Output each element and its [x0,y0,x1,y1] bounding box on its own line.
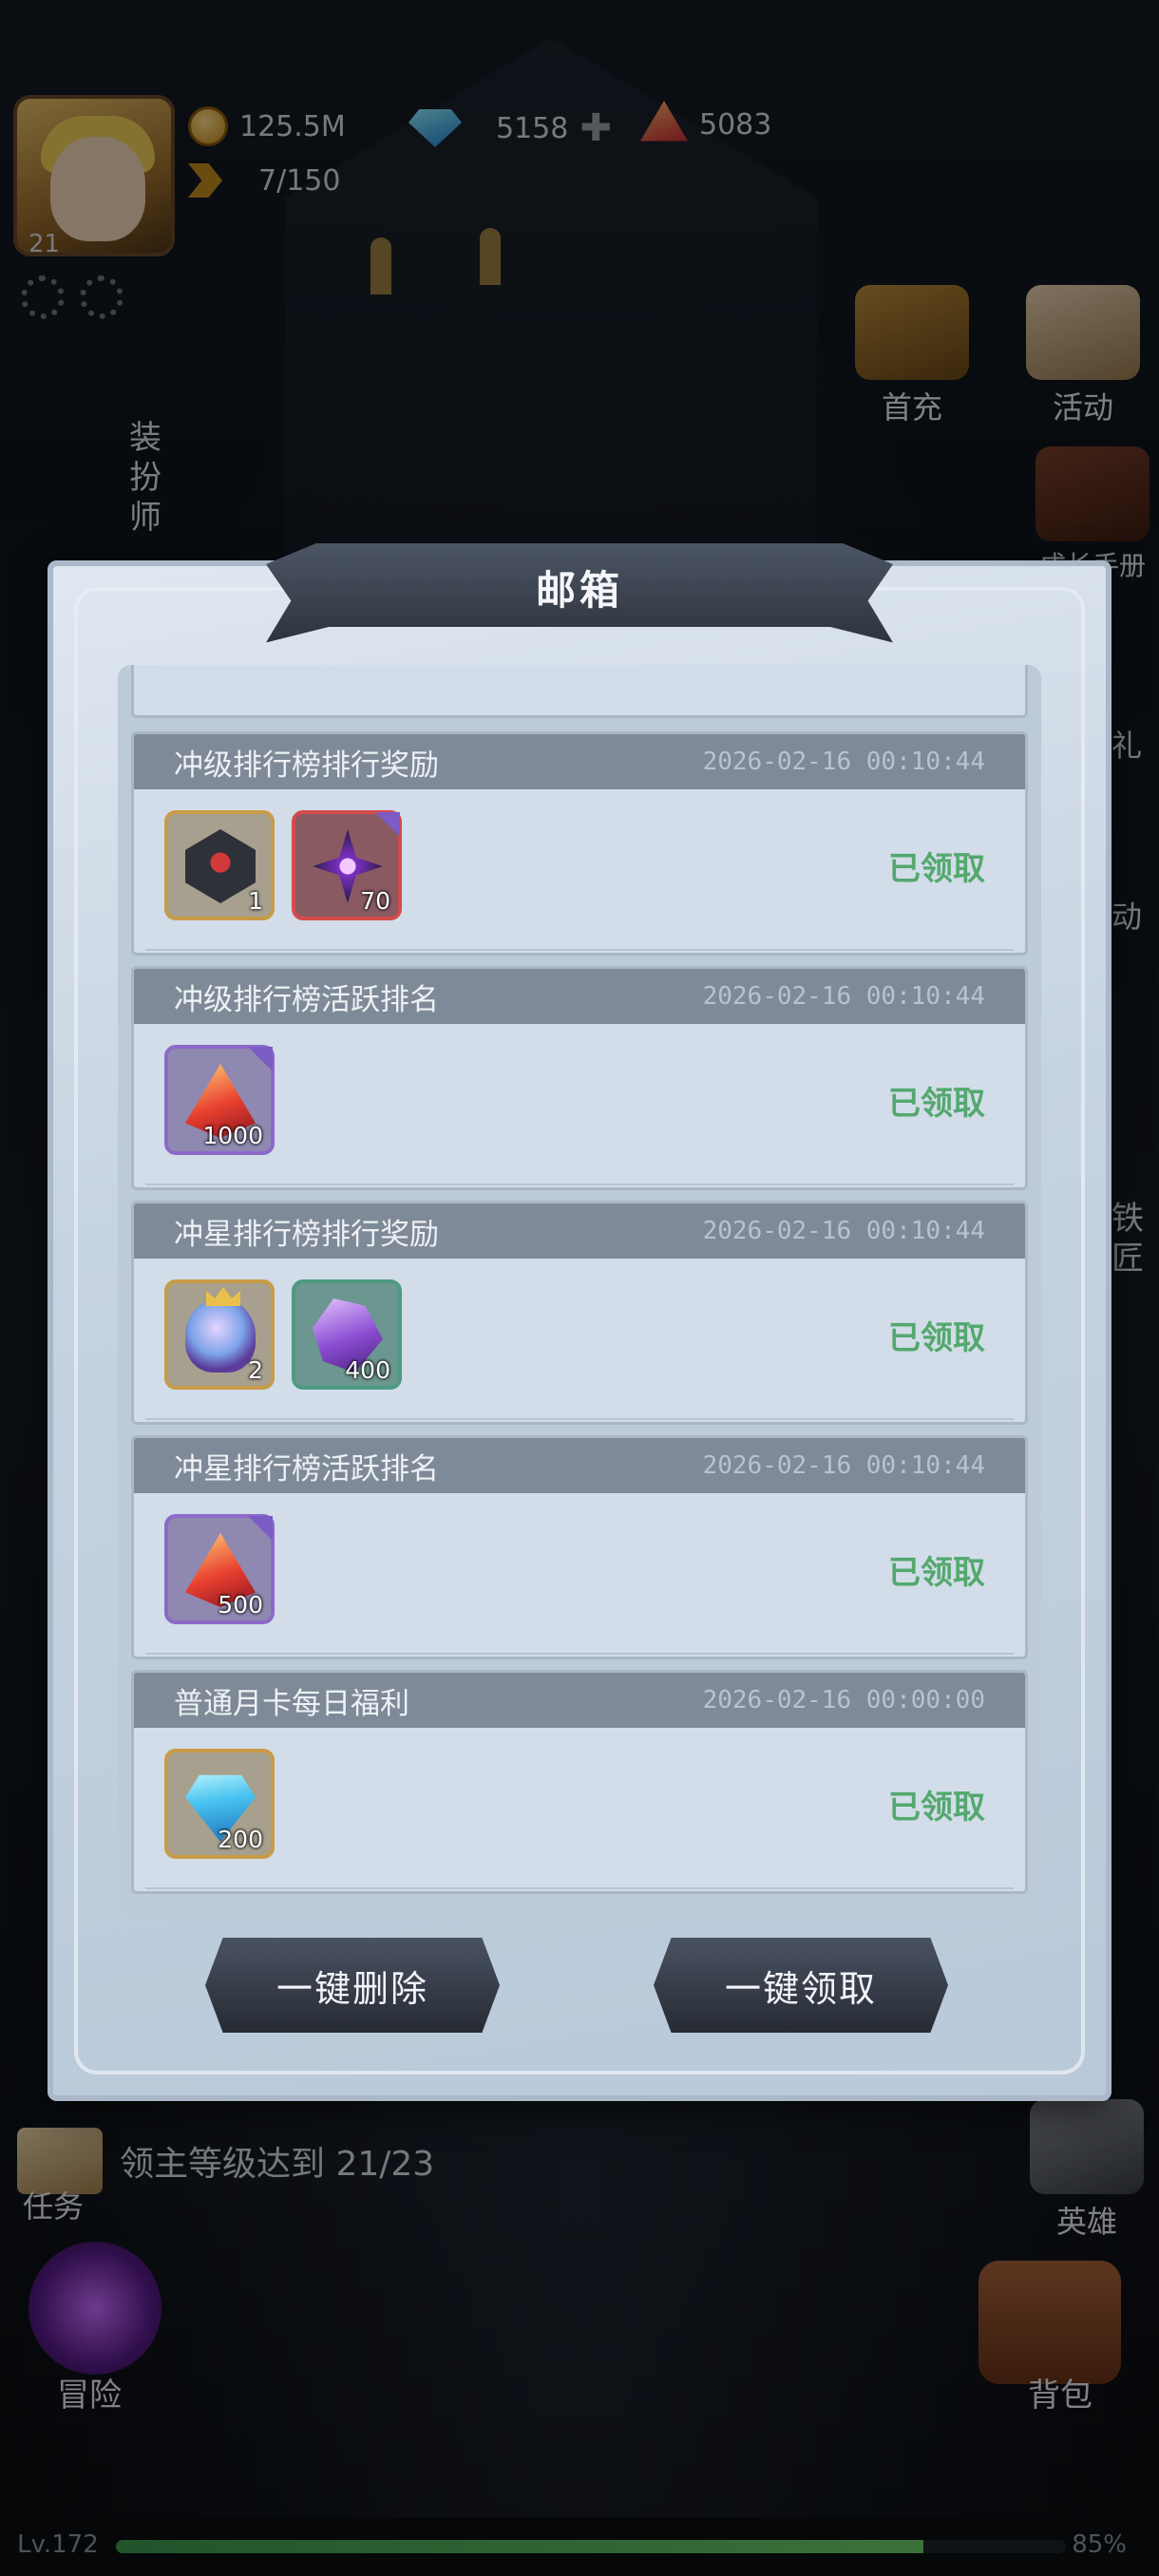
mail-header: 冲星排行榜排行奖励 2026-02-16 00:10:44 [134,1203,1025,1259]
mailbox-title: 邮箱 [535,567,623,614]
mail-date: 2026-02-16 00:10:44 [702,748,985,776]
reward-item[interactable]: 1000 [164,1045,275,1155]
mail-date: 2026-02-16 00:10:44 [702,1217,985,1245]
mail-body: 2 400 已领取 [134,1259,1025,1422]
mail-item[interactable]: 冲级排行榜活跃排名 2026-02-16 00:10:44 1000 已领取 [131,966,1028,1190]
dice-icon [185,829,256,903]
reward-quantity: 70 [360,887,390,915]
mail-body: 500 已领取 [134,1493,1025,1657]
reward-quantity: 400 [345,1356,390,1384]
mail-title: 冲星排行榜活跃排名 [174,1451,439,1487]
mail-date: 2026-02-16 00:00:00 [702,1686,985,1714]
reward-quantity: 200 [218,1826,263,1853]
claimed-status: 已领取 [888,1554,985,1592]
mail-header: 冲星排行榜活跃排名 2026-02-16 00:10:44 [134,1438,1025,1493]
claimed-status: 已领取 [888,1789,985,1827]
reward-quantity: 1 [248,887,263,915]
mail-header: 冲级排行榜排行奖励 2026-02-16 00:10:44 [134,734,1025,789]
mail-date: 2026-02-16 00:10:44 [702,1451,985,1480]
reward-item[interactable]: 2 [164,1279,275,1390]
mail-item[interactable]: 冲级排行榜排行奖励 2026-02-16 00:10:44 1 70 已领取 [131,731,1028,956]
reward-item[interactable]: 1 [164,810,275,920]
mail-title: 冲级排行榜活跃排名 [174,982,439,1017]
claimed-status: 已领取 [888,1085,985,1123]
claimed-status: 已领取 [888,850,985,888]
mail-header: 冲级排行榜活跃排名 2026-02-16 00:10:44 [134,969,1025,1024]
mail-item[interactable]: 冲星排行榜活跃排名 2026-02-16 00:10:44 500 已领取 [131,1435,1028,1659]
claim-all-button[interactable]: 一键领取 [654,1938,948,2033]
reward-quantity: 500 [218,1591,263,1619]
reward-item[interactable]: 400 [292,1279,402,1390]
mail-item[interactable]: 冲星排行榜排行奖励 2026-02-16 00:10:44 2 400 已领取 [131,1201,1028,1425]
mail-date: 2026-02-16 00:10:44 [702,982,985,1011]
rarity-corner [248,1047,273,1071]
rarity-corner [248,1516,273,1541]
mail-list[interactable]: 冲级排行榜排行奖励 2026-02-16 00:10:44 1 70 已领取 冲… [118,665,1041,1917]
mail-body: 1 70 已领取 [134,789,1025,953]
reward-quantity: 2 [248,1356,263,1384]
crowned-orb-icon [185,1298,256,1373]
claimed-status: 已领取 [888,1319,985,1357]
mail-body: 1000 已领取 [134,1024,1025,1187]
crown-icon [206,1287,240,1306]
mail-title: 普通月卡每日福利 [174,1686,409,1721]
reward-quantity: 1000 [202,1122,263,1149]
mail-item-partial[interactable] [131,665,1028,718]
mail-item[interactable]: 普通月卡每日福利 2026-02-16 00:00:00 200 已领取 [131,1670,1028,1894]
rarity-corner [375,812,400,837]
mail-body: 200 已领取 [134,1728,1025,1891]
delete-all-button[interactable]: 一键删除 [205,1938,500,2033]
reward-item[interactable]: 70 [292,810,402,920]
reward-item[interactable]: 200 [164,1749,275,1859]
mail-header: 普通月卡每日福利 2026-02-16 00:00:00 [134,1673,1025,1728]
mail-title: 冲星排行榜排行奖励 [174,1217,439,1252]
mail-title: 冲级排行榜排行奖励 [174,748,439,783]
reward-item[interactable]: 500 [164,1514,275,1624]
